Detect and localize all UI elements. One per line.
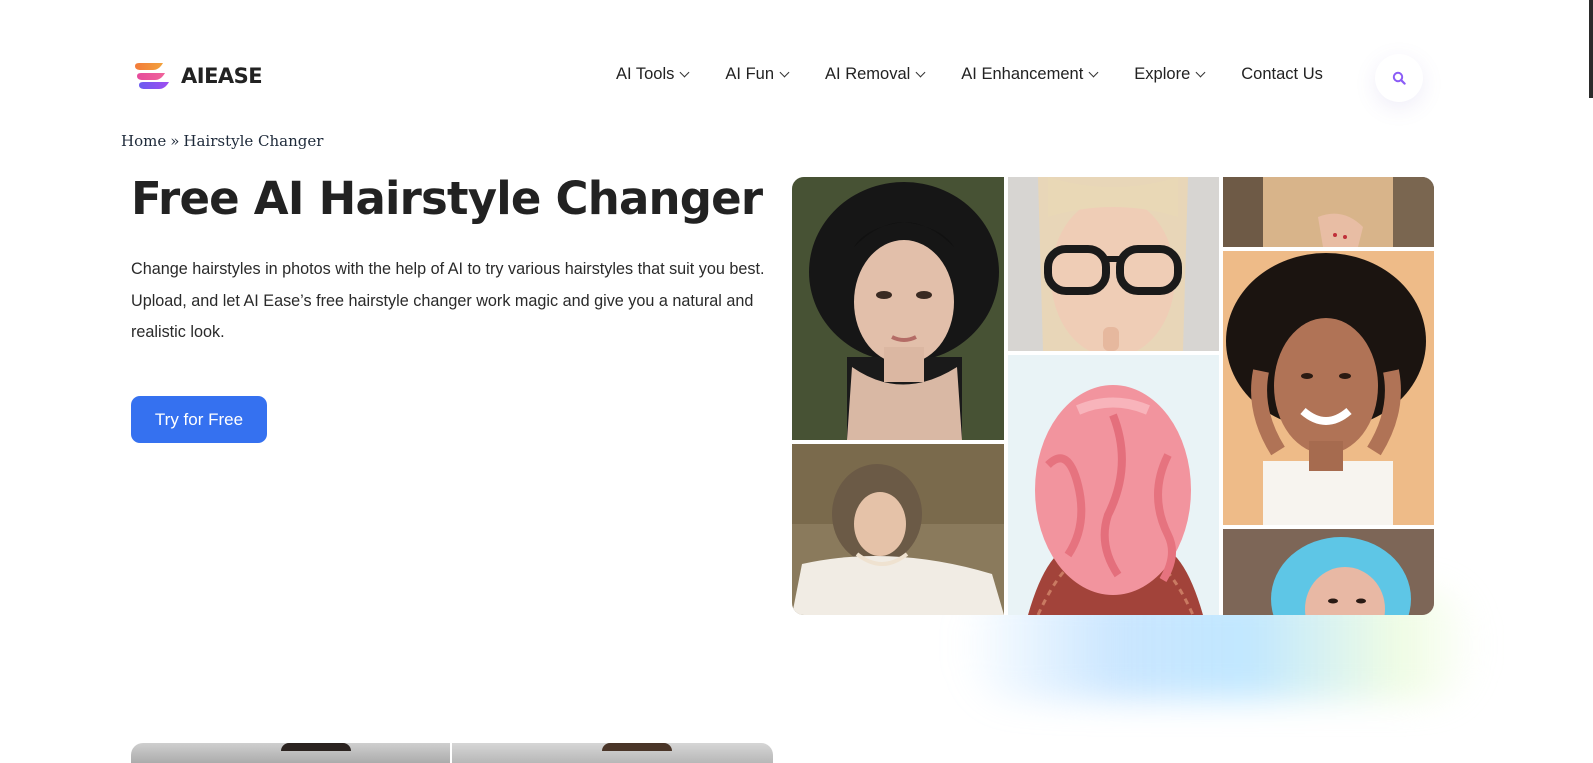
before-after-preview [131,743,773,763]
nav-item-explore[interactable]: Explore [1134,64,1206,84]
gallery-image-curly-dark-hair [792,177,1004,440]
gallery-image-smiling-curly-hair [1223,251,1434,525]
site-header: AIEASE AI Tools AI Fun AI Removal AI Enh… [0,0,1568,150]
nav-item-contact-us[interactable]: Contact Us [1241,65,1323,84]
hero-description: Change hairstyles in photos with the hel… [131,260,765,341]
preview-hair-shape [281,743,351,751]
scrollbar-thumb[interactable] [1589,0,1593,98]
gallery-image-pink-wavy-hair [1008,355,1219,615]
nav-item-ai-fun[interactable]: AI Fun [725,64,790,84]
gallery-image-blue-hair [1223,529,1434,615]
main-nav: AI Tools AI Fun AI Removal AI Enhancemen… [616,62,1323,86]
logo-wordmark: AIEASE [181,64,263,88]
chevron-down-icon [1195,67,1206,77]
gallery-image-plaid-jacket [1223,177,1434,247]
chevron-down-icon [1088,67,1099,77]
gallery-image-blonde-glasses [1008,177,1219,351]
page: AIEASE AI Tools AI Fun AI Removal AI Enh… [0,0,1593,763]
chevron-down-icon [915,67,926,77]
breadcrumb-home-link[interactable]: Home [121,132,166,150]
page-title: Free AI Hairstyle Changer [131,172,763,225]
site-logo[interactable]: AIEASE [133,62,263,90]
aiease-logo-icon [135,63,169,89]
nav-item-label: AI Tools [616,64,675,83]
preview-image-after [452,743,773,763]
nav-item-ai-enhancement[interactable]: AI Enhancement [961,64,1099,84]
search-button[interactable] [1375,54,1423,102]
chevron-down-icon [679,67,690,77]
nav-item-label: AI Removal [825,64,911,83]
nav-item-label: AI Enhancement [961,64,1084,83]
nav-item-ai-tools[interactable]: AI Tools [616,64,690,84]
nav-item-ai-removal[interactable]: AI Removal [825,64,926,84]
nav-item-label: Contact Us [1241,64,1323,83]
hairstyle-gallery [792,177,1434,615]
nav-item-label: Explore [1134,64,1191,83]
try-for-free-button[interactable]: Try for Free [131,396,267,443]
nav-item-label: AI Fun [725,64,775,83]
search-icon [1392,71,1406,85]
preview-hair-shape [602,743,672,751]
chevron-down-icon [779,67,790,77]
breadcrumb: Home» Hairstyle Changer [121,132,323,150]
breadcrumb-separator: » [170,132,180,150]
breadcrumb-current: Hairstyle Changer [183,132,324,150]
preview-image-before [131,743,450,763]
gallery-image-wavy-hair-grass [792,444,1004,615]
